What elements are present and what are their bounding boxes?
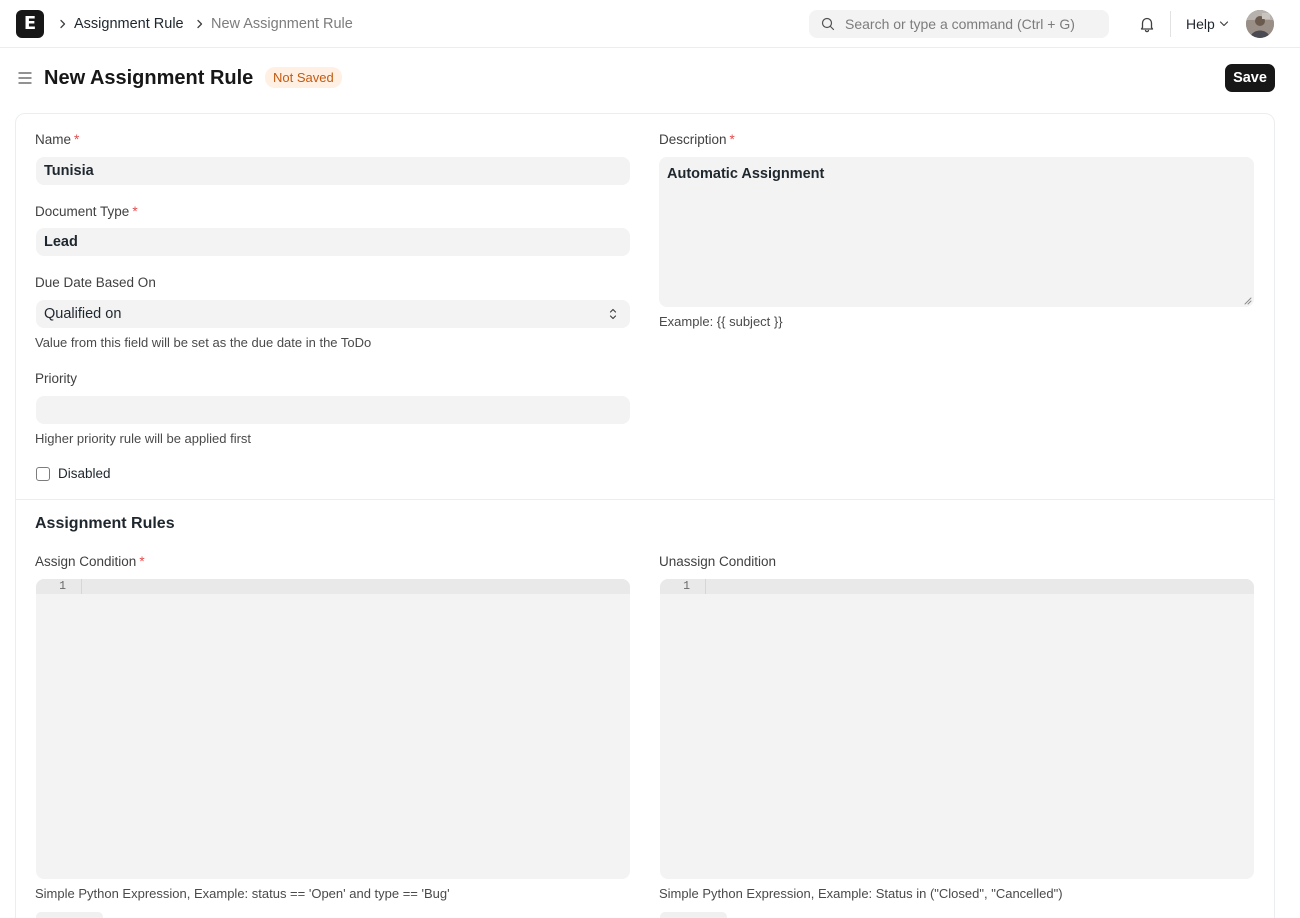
unassign-condition-expand-button[interactable]	[660, 912, 727, 918]
active-line	[36, 579, 630, 594]
status-badge: Not Saved	[265, 67, 342, 88]
nav-divider	[1170, 11, 1171, 37]
due-date-based-on-value: Qualified on	[44, 306, 122, 322]
section-title-assignment-rules: Assignment Rules	[35, 515, 175, 532]
name-label: Name *	[35, 132, 80, 147]
breadcrumb-assignment-rule[interactable]: Assignment Rule	[74, 14, 184, 34]
assign-condition-editor[interactable]: 1	[36, 579, 630, 879]
priority-label: Priority	[35, 371, 78, 386]
name-field[interactable]: Tunisia	[36, 157, 630, 185]
required-marker: *	[139, 554, 145, 569]
sidebar-toggle-icon[interactable]	[17, 70, 33, 86]
unassign-condition-help-text: Simple Python Expression, Example: Statu…	[659, 886, 1063, 901]
unassign-condition-label: Unassign Condition	[659, 554, 777, 569]
bell-icon[interactable]	[1137, 14, 1157, 34]
app-logo-icon[interactable]: E	[16, 10, 44, 38]
chevron-right-icon	[195, 14, 207, 34]
priority-field[interactable]	[36, 396, 630, 424]
avatar[interactable]	[1246, 10, 1274, 38]
search-input[interactable]	[845, 10, 1101, 38]
description-help-text: Example: {{ subject }}	[659, 314, 783, 329]
resize-grip-icon[interactable]	[1244, 297, 1252, 305]
page-title: New Assignment Rule	[44, 67, 254, 89]
breadcrumb-new-assignment-rule[interactable]: New Assignment Rule	[211, 14, 353, 34]
disabled-label[interactable]: Disabled	[58, 466, 111, 482]
due-date-help-text: Value from this field will be set as the…	[35, 335, 372, 350]
section-divider	[15, 499, 1275, 500]
search-icon	[821, 17, 835, 31]
required-marker: *	[132, 204, 138, 219]
due-date-based-on-label: Due Date Based On	[35, 275, 156, 290]
document-type-label: Document Type *	[35, 204, 138, 219]
priority-help-text: Higher priority rule will be applied fir…	[35, 431, 252, 446]
chevron-down-icon[interactable]	[1219, 19, 1229, 29]
disabled-checkbox[interactable]	[36, 467, 50, 481]
gutter-divider	[705, 579, 706, 594]
description-value: Automatic Assignment	[667, 166, 825, 182]
navbar: E Assignment Rule New Assignment Rule He…	[0, 0, 1300, 48]
description-textarea[interactable]: Automatic Assignment	[659, 157, 1254, 307]
unassign-condition-editor[interactable]: 1	[660, 579, 1254, 879]
line-number: 1	[683, 580, 690, 593]
gutter-divider	[81, 579, 82, 594]
chevron-right-icon	[58, 14, 70, 34]
required-marker: *	[729, 132, 735, 147]
help-menu[interactable]: Help	[1186, 14, 1215, 34]
description-label: Description *	[659, 132, 735, 147]
save-button[interactable]: Save	[1225, 64, 1275, 92]
assign-condition-label: Assign Condition *	[35, 554, 145, 569]
assign-condition-expand-button[interactable]	[36, 912, 103, 918]
search-bar[interactable]	[809, 10, 1109, 38]
assign-condition-help-text: Simple Python Expression, Example: statu…	[35, 886, 450, 901]
document-type-field[interactable]: Lead	[36, 228, 630, 256]
active-line	[660, 579, 1254, 594]
due-date-based-on-select[interactable]: Qualified on	[36, 300, 630, 328]
line-number: 1	[59, 580, 66, 593]
required-marker: *	[74, 132, 80, 147]
select-arrows-icon	[609, 308, 617, 320]
